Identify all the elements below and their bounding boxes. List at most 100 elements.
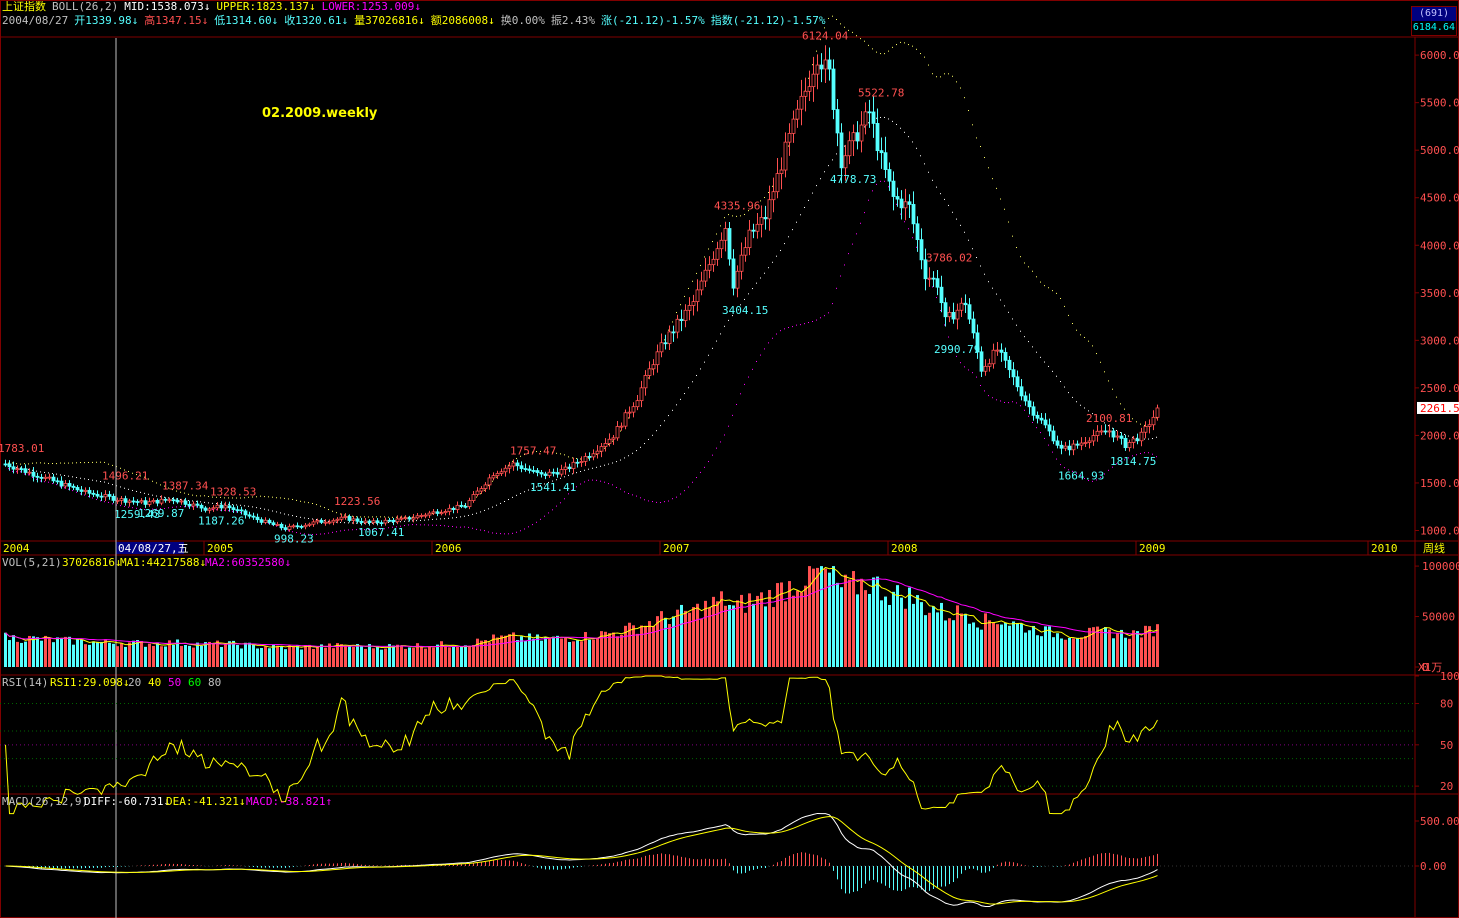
volume-bar [980, 629, 983, 667]
candle-body [135, 501, 140, 503]
boll-mid-band-dot [724, 325, 725, 327]
candle-body [1127, 442, 1132, 449]
candle-body [1067, 445, 1072, 451]
boll-mid-band-dot [928, 171, 929, 173]
boll-mid-band-dot [620, 459, 621, 461]
boll-upper-band-dot [32, 462, 33, 464]
boll-lower-band-dot [512, 532, 513, 534]
boll-lower-band-dot [516, 531, 517, 533]
boll-mid-band-dot [404, 520, 405, 522]
boll-mid-band-dot [1008, 311, 1009, 313]
boll-mid-band-dot [424, 519, 425, 521]
boll-mid-band-dot [588, 468, 589, 470]
boll-upper-band-dot [20, 463, 21, 465]
boll-mid-band-dot [440, 518, 441, 520]
boll-mid-band-dot [816, 185, 817, 187]
boll-upper-band-dot [328, 509, 329, 511]
boll-lower-band-dot [540, 518, 541, 520]
price-annotation: 1496.21 [102, 469, 148, 482]
boll-mid-band-dot [664, 420, 665, 422]
volume-bar [884, 596, 887, 667]
rsi-level-label: 80 [208, 676, 221, 689]
price-annotation: 1757.47 [510, 444, 556, 457]
volume-bar [88, 644, 91, 667]
volume-bar [1080, 637, 1083, 667]
volume-bar [396, 644, 399, 667]
boll-upper-band-dot [84, 462, 85, 464]
volume-bar [104, 639, 107, 667]
boll-lower-band-dot [524, 528, 525, 530]
boll-upper-band-dot [940, 76, 941, 78]
boll-lower-band-dot [68, 488, 69, 490]
volume-bar [1128, 638, 1131, 667]
boll-mid-band-dot [788, 236, 789, 238]
candle-body [139, 500, 144, 503]
boll-mid-band-dot [1052, 370, 1053, 372]
year-label: 2010 [1371, 542, 1398, 555]
candle-body [95, 493, 100, 497]
volume-bar [64, 636, 67, 667]
candle-body [767, 199, 772, 220]
boll-mid-band-dot [240, 504, 241, 506]
boll-lower-band-dot [224, 509, 225, 511]
boll-lower-band-dot [968, 369, 969, 371]
candle-body [87, 489, 92, 494]
volume-bar [504, 635, 507, 667]
boll-upper-band-dot [888, 50, 889, 52]
candle-body [671, 331, 676, 334]
volume-bar [764, 606, 767, 667]
boll-lower-band-dot [600, 480, 601, 482]
price-annotation: 3404.15 [722, 304, 768, 317]
kline-chart-svg[interactable]: 1783.011496.211259.431387.341269.871328.… [0, 0, 1459, 918]
macd-tick-label: 500.00 [1420, 815, 1459, 828]
candle-body [307, 523, 312, 526]
boll-mid-band-dot [692, 381, 693, 383]
candle-body [407, 517, 412, 520]
boll-lower-band-dot [664, 501, 665, 503]
volume-bar [1120, 629, 1123, 667]
boll-upper-band-dot [1140, 423, 1141, 425]
volume-bar [972, 622, 975, 667]
volume-bar [952, 620, 955, 667]
volume-bar [732, 605, 735, 667]
boll-upper-band-dot [580, 458, 581, 460]
volume-bar [852, 571, 855, 667]
candle-body [439, 512, 444, 515]
candle-body [1011, 369, 1016, 378]
candle-body [607, 438, 612, 444]
boll-mid-band-dot [904, 131, 905, 133]
boll-mid-band-dot [608, 463, 609, 465]
candle-body [35, 475, 40, 478]
boll-lower-band-dot [328, 532, 329, 534]
boll-lower-band-dot [232, 510, 233, 512]
boll-lower-band-dot [480, 529, 481, 531]
boll-upper-band-dot [736, 215, 737, 217]
volume-bar [1124, 637, 1127, 667]
volume-bar [1056, 633, 1059, 667]
boll-lower-band-dot [468, 526, 469, 528]
boll-upper-band-dot [1012, 235, 1013, 237]
boll-mid-band-dot [564, 476, 565, 478]
boll-upper-band-dot [672, 321, 673, 323]
volume-bar [1008, 625, 1011, 667]
volume-bar [244, 642, 247, 667]
boll-mid-band-dot [488, 508, 489, 510]
boll-mid-band-dot [1024, 336, 1025, 338]
volume-bar [1000, 624, 1003, 667]
volume-bar [4, 632, 7, 667]
boll-lower-band-dot [836, 287, 837, 289]
volume-bar [576, 640, 579, 667]
boll-lower-band-dot [332, 531, 333, 533]
volume-bar [216, 640, 219, 667]
boll-lower-band-dot [900, 213, 901, 215]
period-label: 周线 [1423, 541, 1445, 555]
candle-body [683, 309, 688, 322]
candle-body [843, 155, 848, 169]
boll-mid-band-dot [924, 163, 925, 165]
candle-body [235, 509, 240, 512]
boll-upper-band-dot [944, 73, 945, 75]
volume-bar [864, 590, 867, 667]
boll-upper-band-dot [936, 76, 937, 78]
volume-bar [868, 593, 871, 667]
candle-body [463, 505, 468, 508]
